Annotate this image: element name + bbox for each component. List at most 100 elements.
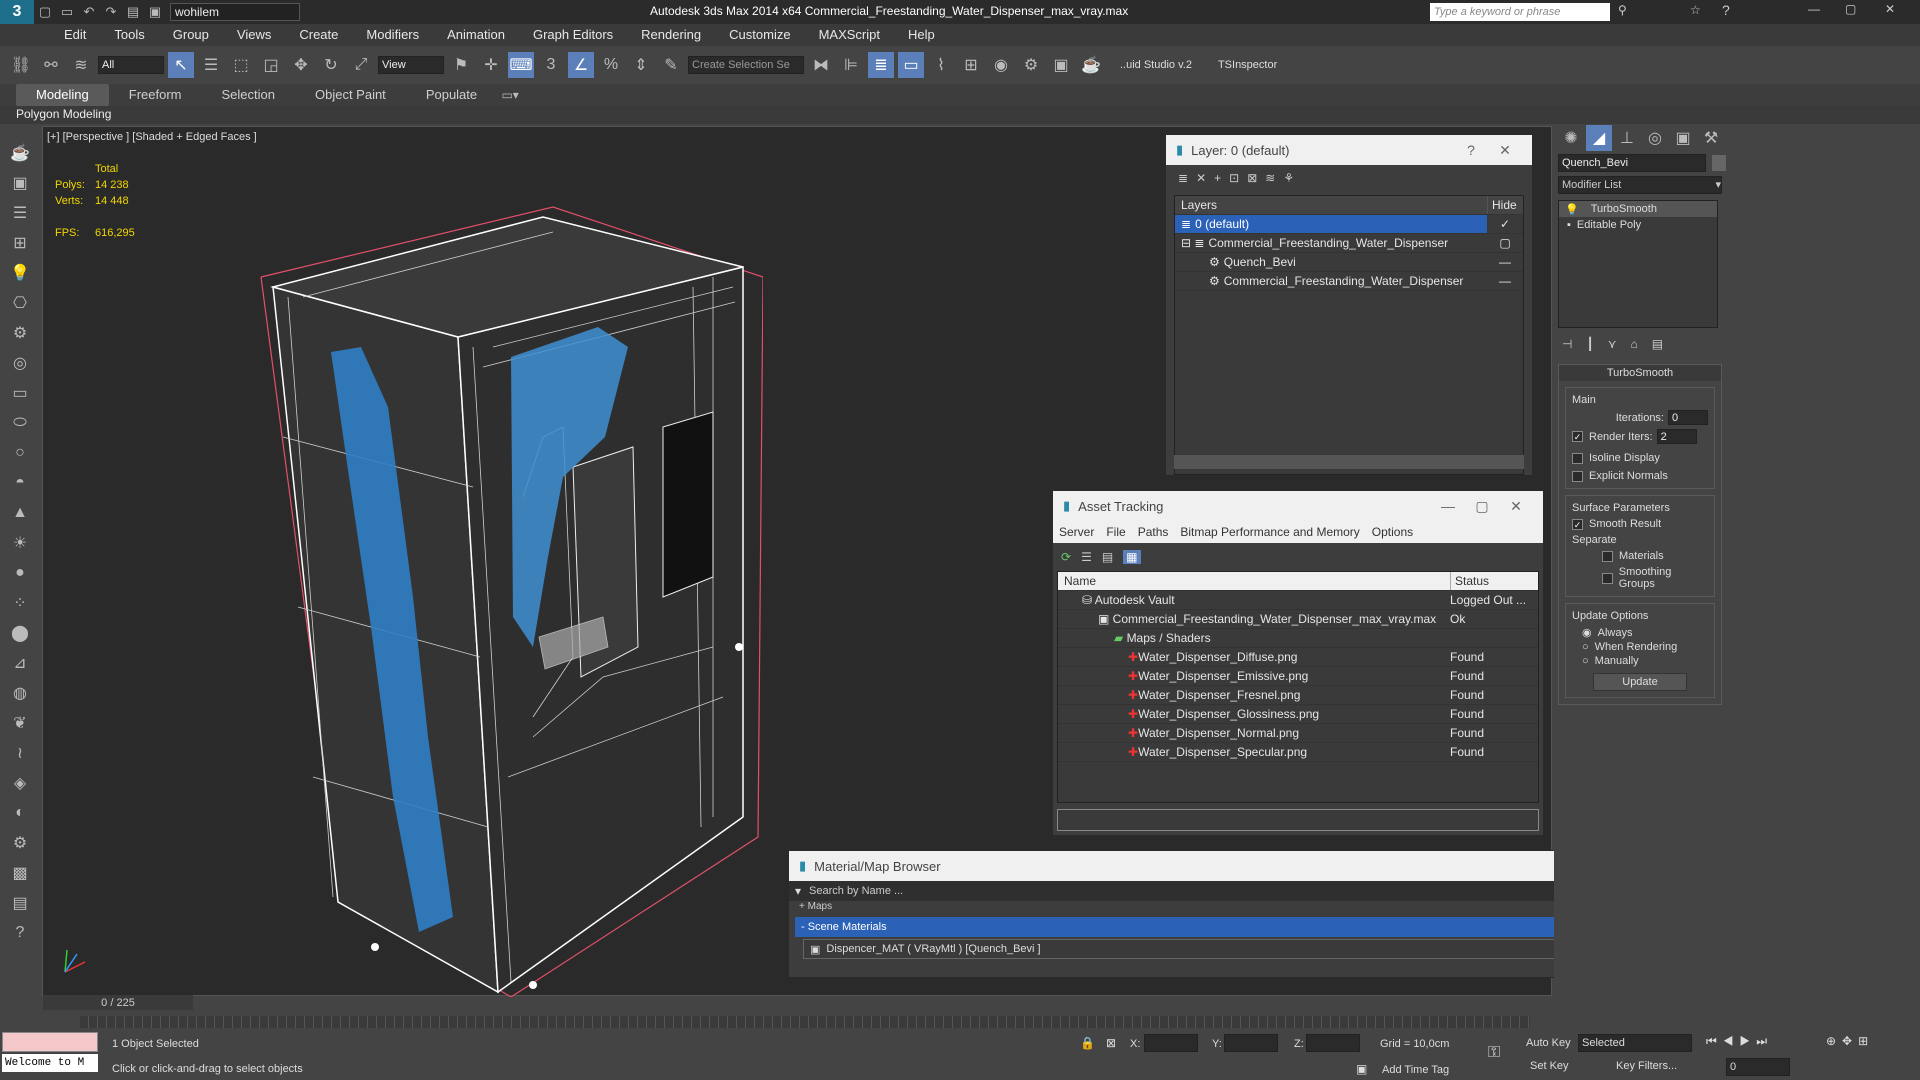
layer-row[interactable]: ⊟ ≣ Commercial_Freestanding_Water_Dispens… xyxy=(1175,234,1523,253)
schematic-view-icon[interactable]: ⊞ xyxy=(958,52,984,78)
maxscript-listener[interactable] xyxy=(2,1032,98,1052)
asset-menu-server[interactable]: Server xyxy=(1059,525,1094,539)
isoline-checkbox[interactable] xyxy=(1572,452,1583,464)
navigation-controls[interactable]: ⊕✥⊞ xyxy=(1826,1034,1874,1048)
remove-modifier-icon[interactable]: ⌂ xyxy=(1630,337,1637,351)
lock-icon[interactable]: 🔒 xyxy=(1080,1036,1095,1050)
curve-editor-icon[interactable]: ⌇ xyxy=(928,52,954,78)
layer-scrollbar[interactable] xyxy=(1174,455,1524,469)
table-row[interactable]: ✚Water_Dispenser_Normal.png Found xyxy=(1058,724,1538,743)
gear-icon[interactable]: ⚙ xyxy=(7,830,33,856)
hide-toggle[interactable]: — xyxy=(1487,253,1523,271)
scene-materials-group[interactable]: - Scene Materials xyxy=(795,917,1665,937)
iterations-spinner[interactable]: 0 xyxy=(1668,410,1708,425)
viewport-label[interactable]: [+] [Perspective ] [Shaded + Edged Faces… xyxy=(47,131,257,143)
ribbon-toggle-icon[interactable]: ▭ xyxy=(898,52,924,78)
hierarchy-tab-icon[interactable]: ⊥ xyxy=(1614,125,1640,151)
maxscript-welcome[interactable]: Welcome to M xyxy=(2,1054,98,1072)
table-row[interactable]: ▣ Commercial_Freestanding_Water_Dispense… xyxy=(1058,610,1538,629)
object-color-swatch[interactable] xyxy=(1712,155,1726,171)
table-view-icon[interactable]: ▦ xyxy=(1123,550,1141,564)
align-icon[interactable]: ⊫ xyxy=(838,52,864,78)
tab-object-paint[interactable]: Object Paint xyxy=(295,84,406,106)
undo-icon[interactable]: ↶ xyxy=(78,0,100,25)
layer-row[interactable]: ≣ 0 (default) ✓ xyxy=(1175,215,1523,234)
pin-stack-icon[interactable]: ⊣ xyxy=(1562,337,1572,351)
table-row[interactable]: ✚Water_Dispenser_Specular.png Found xyxy=(1058,743,1538,762)
globe-icon[interactable]: ◍ xyxy=(7,680,33,706)
play-controls[interactable]: ⏮◀▶⏭ xyxy=(1706,1034,1773,1049)
layer-row[interactable]: ⚙ Quench_Bevi — xyxy=(1175,253,1523,272)
render-frame-icon[interactable]: ▣ xyxy=(1048,52,1074,78)
save-icon[interactable]: ▣ xyxy=(144,0,166,25)
select-object-icon[interactable]: ↖ xyxy=(168,52,194,78)
grid-icon[interactable]: ⊞ xyxy=(7,230,33,256)
current-frame-field[interactable]: 0 xyxy=(1726,1058,1790,1076)
menu-graph-editors[interactable]: Graph Editors xyxy=(519,24,627,46)
box-icon[interactable]: ▭ xyxy=(7,380,33,406)
maps-group[interactable]: + Maps xyxy=(789,901,1671,911)
freeze-all-icon[interactable]: ⚘ xyxy=(1283,171,1294,185)
display-tab-icon[interactable]: ▣ xyxy=(1670,125,1696,151)
menu-views[interactable]: Views xyxy=(223,24,285,46)
stack-item-turbosmooth[interactable]: 💡 TurboSmooth xyxy=(1559,201,1717,217)
layer-close-button[interactable]: ✕ xyxy=(1488,142,1522,159)
hide-toggle[interactable]: — xyxy=(1487,272,1523,290)
column-hide[interactable]: Hide xyxy=(1487,196,1523,214)
stack-item-editable-poly[interactable]: ▪ Editable Poly xyxy=(1559,217,1717,233)
star-icon[interactable]: ☆ xyxy=(1690,3,1701,17)
add-to-layer-icon[interactable]: + xyxy=(1214,171,1221,185)
asset-menu-paths[interactable]: Paths xyxy=(1138,525,1169,539)
layer-row[interactable]: ⚙ Commercial_Freestanding_Water_Dispenser… xyxy=(1175,272,1523,291)
key-mode-dropdown[interactable]: Selected xyxy=(1578,1034,1692,1052)
absolute-mode-icon[interactable]: ⊠ xyxy=(1106,1036,1116,1050)
light-icon[interactable]: 💡 xyxy=(7,260,33,286)
lightbulb-icon[interactable]: 💡 xyxy=(1565,203,1579,216)
studio-plugin-button[interactable]: ..uid Studio v.2 xyxy=(1120,59,1192,71)
chevron-down-icon[interactable]: ▾ xyxy=(795,884,801,898)
tripod-icon[interactable]: ⊿ xyxy=(7,650,33,676)
highlight-layer-icon[interactable]: ⊠ xyxy=(1247,171,1257,185)
cone-icon[interactable]: ▲ xyxy=(7,500,33,526)
key-icon[interactable]: ⚿ xyxy=(1488,1044,1500,1062)
help-icon[interactable]: ? xyxy=(1722,2,1730,18)
pivot-icon[interactable]: ⚑ xyxy=(448,52,474,78)
edit-named-sel-icon[interactable]: ✎ xyxy=(658,52,684,78)
asset-minimize-button[interactable]: — xyxy=(1431,498,1465,514)
menu-modifiers[interactable]: Modifiers xyxy=(352,24,433,46)
hide-all-icon[interactable]: ≋ xyxy=(1265,171,1275,185)
spinner-snap-icon[interactable]: ⇕ xyxy=(628,52,654,78)
ribbon-options-icon[interactable]: ▭▾ xyxy=(497,82,523,108)
material-search[interactable]: ▾ Search by Name ... xyxy=(789,881,1671,901)
teapot-icon[interactable]: ☕ xyxy=(7,140,33,166)
always-radio[interactable]: ◉ xyxy=(1582,626,1592,639)
unlink-icon[interactable]: ⚯ xyxy=(38,52,64,78)
list-icon[interactable]: ☰ xyxy=(7,200,33,226)
time-tag-icon[interactable]: ▣ xyxy=(1356,1062,1367,1076)
modifier-list-dropdown[interactable]: Modifier List ▾ xyxy=(1558,176,1722,194)
sphere-icon[interactable]: ○ xyxy=(7,440,33,466)
when-rendering-radio[interactable]: ○ xyxy=(1582,641,1589,653)
tab-modeling[interactable]: Modeling xyxy=(16,84,109,106)
menu-rendering[interactable]: Rendering xyxy=(627,24,715,46)
menu-help[interactable]: Help xyxy=(894,24,949,46)
render-iters-checkbox[interactable]: ✓ xyxy=(1572,431,1583,442)
menu-maxscript[interactable]: MAXScript xyxy=(805,24,894,46)
z-coord-field[interactable] xyxy=(1306,1034,1360,1052)
layer-manager-icon[interactable]: ≣ xyxy=(868,52,894,78)
keyboard-shortcut-icon[interactable]: ⌨ xyxy=(508,52,534,78)
utilities-tab-icon[interactable]: ⚒ xyxy=(1698,125,1724,151)
material-search-input[interactable]: Search by Name ... xyxy=(809,885,903,897)
asset-window-titlebar[interactable]: ▮ Asset Tracking — ▢ ✕ xyxy=(1053,491,1543,521)
menu-tools[interactable]: Tools xyxy=(100,24,158,46)
asset-maximize-button[interactable]: ▢ xyxy=(1465,498,1499,515)
material-item[interactable]: ▣ Dispencer_MAT ( VRayMtl ) [Quench_Bevi… xyxy=(803,939,1655,959)
manually-radio[interactable]: ○ xyxy=(1582,655,1589,667)
vray-icon[interactable]: ⬤ xyxy=(7,620,33,646)
materials-checkbox[interactable] xyxy=(1602,550,1613,562)
open-file-icon[interactable]: ▭ xyxy=(56,0,78,25)
tab-populate[interactable]: Populate xyxy=(406,84,497,106)
update-button[interactable]: Update xyxy=(1593,673,1687,691)
layer-row-name[interactable]: ⊟ ≣ Commercial_Freestanding_Water_Dispens… xyxy=(1175,234,1487,252)
smooth-result-checkbox[interactable]: ✓ xyxy=(1572,518,1583,530)
